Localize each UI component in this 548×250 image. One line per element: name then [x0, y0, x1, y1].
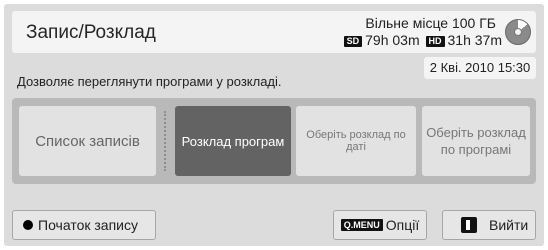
start-recording-button[interactable]: Початок запису — [12, 210, 156, 240]
record-schedule-screen: Запис/Розклад Вільне місце 100 ГБ SD 79h … — [0, 0, 548, 250]
main-panel: Запис/Розклад Вільне місце 100 ГБ SD 79h … — [4, 4, 544, 246]
sd-badge: SD — [343, 36, 363, 47]
current-datetime: 2 Кві. 2010 15:30 — [424, 57, 536, 79]
sd-time: 79h 03m — [365, 32, 420, 48]
hd-time: 31h 37m — [447, 32, 502, 48]
footer-bar: Початок запису Q.MENU Опції Вийти — [12, 210, 536, 240]
header: Запис/Розклад Вільне місце 100 ГБ SD 79h … — [12, 11, 536, 53]
disk-usage-icon — [505, 19, 531, 45]
recordings-list-option[interactable]: Список записів — [19, 106, 156, 176]
start-recording-label: Початок запису — [38, 217, 138, 233]
description-text: Дозволяє переглянути програми у розкладі… — [17, 74, 282, 89]
free-space-label: Вільне місце 100 ГБ — [365, 15, 496, 31]
options-label: Опції — [385, 217, 420, 233]
exit-button[interactable]: Вийти — [442, 210, 536, 240]
exit-label: Вийти — [489, 217, 529, 233]
page-title: Запис/Розклад — [26, 22, 156, 43]
exit-icon — [461, 217, 477, 233]
record-dot-icon — [23, 220, 33, 230]
remaining-durations: SD 79h 03m HD 31h 37m — [342, 32, 502, 48]
qmenu-badge: Q.MENU — [340, 219, 383, 231]
program-schedule-option[interactable]: Розклад програм — [175, 106, 291, 176]
options-row: Список записів Розклад програм Оберіть р… — [12, 98, 536, 184]
options-divider — [164, 111, 166, 171]
hd-badge: HD — [425, 36, 445, 47]
schedule-by-program-option[interactable]: Оберіть розклад по програмі — [422, 106, 530, 176]
options-button[interactable]: Q.MENU Опції — [333, 210, 427, 240]
schedule-by-date-option[interactable]: Оберіть розклад по даті — [296, 106, 416, 176]
